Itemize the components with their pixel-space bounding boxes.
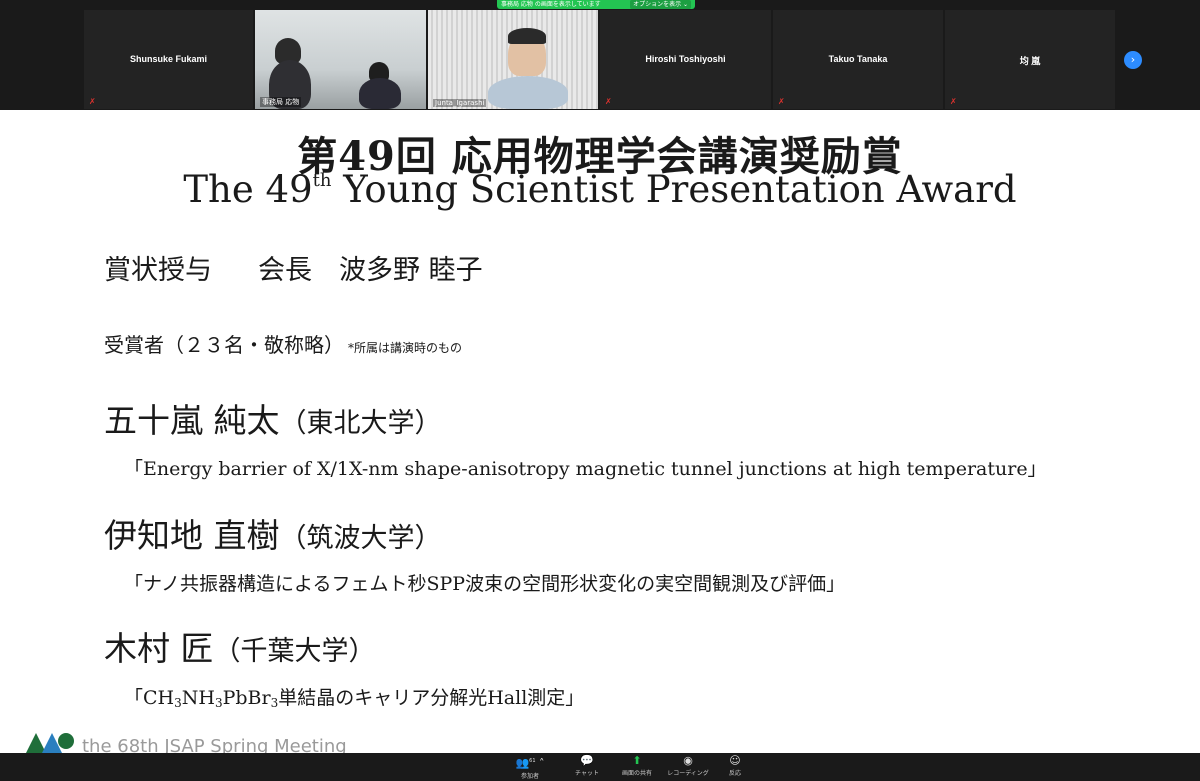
participant-name: 均 嵐 [1019,56,1041,66]
recipients-heading: 受賞者（２３名・敬称略） *所属は講演時のもの [104,333,463,357]
winner-name: 五十嵐 純太（東北大学） [104,401,442,440]
muted-mic-icon: ✗ [89,97,96,106]
share-screen-button[interactable]: ⬆ 画面の共有 [609,754,665,780]
screen-share-banner: 事務局 応物 の画面を表示しています オプションを表示 ⌄ [497,0,695,9]
chat-icon: 💬 [580,754,594,767]
winner-name: 伊知地 直樹（筑波大学） [104,516,442,555]
participant-tile[interactable]: Hiroshi Toshiyoshi ✗ [600,10,771,109]
person-body [488,76,568,109]
participant-video-tile[interactable]: 事務局 応物 [255,10,426,109]
award-presenter-line: 賞状授与 会長 波多野 睦子 [104,255,483,286]
participant-name: Shunsuke Fukami [129,54,208,64]
slide-title-en: The 49th Young Scientist Presentation Aw… [183,168,1017,211]
participant-video-tile[interactable]: Junta_Igarashi [428,10,598,109]
muted-mic-icon: ✗ [778,97,785,106]
participant-tile[interactable]: Takuo Tanaka ✗ [773,10,943,109]
participant-name: Takuo Tanaka [828,54,888,64]
chat-button[interactable]: 💬 チャット [559,754,615,780]
muted-mic-icon: ✗ [605,97,612,106]
participant-strip: Shunsuke Fukami ✗ 事務局 応物 Junta_Igarashi … [0,10,1200,109]
talk-title: 「Energy barrier of X/1X-nm shape-anisotr… [124,458,1047,480]
participants-icon: 👥61 ˄ [515,756,545,770]
participant-name: Junta_Igarashi [433,99,487,107]
meeting-toolbar: 👥61 ˄ 参加者 💬 チャット ⬆ 画面の共有 ◉ レコーディング ☺ 反応 [0,753,1200,781]
slide-footer: the 68th JSAP Spring Meeting [82,736,347,753]
winner-name: 木村 匠（千葉大学） [104,629,376,668]
muted-mic-icon: ✗ [950,97,957,106]
person-hair [508,28,546,44]
share-screen-icon: ⬆ [632,754,642,767]
participant-tile[interactable]: 均 嵐 ✗ [945,10,1115,109]
reaction-icon: ☺ [729,754,741,767]
chevron-right-icon[interactable]: › [1124,51,1142,69]
person-body [359,78,401,109]
share-banner-text: 事務局 応物 の画面を表示しています [501,1,601,8]
talk-title: 「ナノ共振器構造によるフェムト秒SPP波束の空間形状変化の実空間観測及び評価」 [124,573,846,595]
participant-tile[interactable]: Shunsuke Fukami ✗ [84,10,253,109]
view-options-button[interactable]: オプションを表示 ⌄ [630,0,691,9]
reactions-button[interactable]: ☺ 反応 [707,754,763,780]
participant-name: 事務局 応物 [260,97,302,107]
jsap-logo-icon [26,733,74,753]
shared-slide: 第49回 応用物理学会講演奨励賞 The 49th Young Scientis… [0,110,1200,753]
participant-name: Hiroshi Toshiyoshi [645,54,726,64]
participants-button[interactable]: 👥61 ˄ 参加者 [502,754,558,780]
talk-title: 「CH3NH3PbBr3単結晶のキャリア分解光Hall測定」 [124,687,585,710]
